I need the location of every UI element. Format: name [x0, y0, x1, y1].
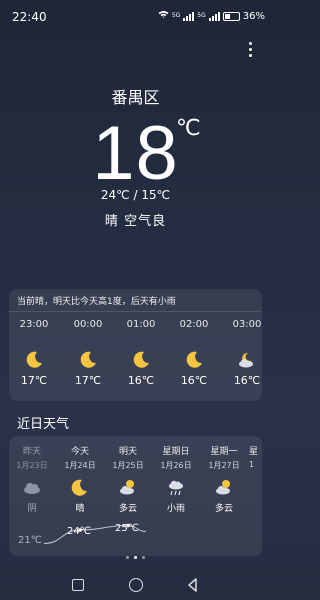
signal-icon-2 [208, 11, 220, 21]
battery-percent: 36% [242, 10, 265, 22]
hour-time: 00:00 [73, 319, 103, 330]
daily-forecast-card[interactable]: 昨天 1月23日 阴 今天 1月24日 晴 明天 1月25日 多云 星期日 1月… [9, 436, 262, 556]
section-title-daily: 近日天气 [17, 417, 70, 432]
battery-icon [222, 11, 240, 21]
back-button[interactable] [186, 577, 198, 597]
hourly-item: 23:00 17℃ [11, 319, 57, 387]
network-label-1: 5G [171, 12, 181, 19]
hour-time: 02:00 [179, 319, 209, 330]
moon-icon [77, 348, 99, 370]
more-menu-icon[interactable] [249, 42, 253, 57]
high-temp-label: 24℃ [67, 526, 91, 537]
system-nav-bar [0, 572, 271, 600]
current-temperature: 18 ℃ [0, 110, 271, 197]
status-time: 22:40 [12, 10, 47, 24]
network-label-2: 5G [197, 12, 206, 19]
wifi-icon [158, 10, 169, 22]
moon-icon [183, 348, 205, 370]
high-temp-label: 21℃ [18, 535, 42, 546]
current-temp-value: 18 [92, 111, 179, 196]
signal-icon-1 [183, 11, 195, 21]
current-condition: 晴 空气良 [0, 210, 271, 229]
recents-button[interactable] [72, 579, 84, 591]
partly-cloudy-icon [236, 348, 258, 370]
forecast-tip: 当前晴，明天比今天高1度，后天有小雨 [17, 297, 176, 307]
home-button[interactable] [129, 578, 143, 592]
hour-time: 23:00 [19, 319, 49, 330]
hourly-item: 00:00 17℃ [65, 319, 111, 387]
moon-icon [23, 348, 45, 370]
temp-range: 24℃ / 15℃ [100, 188, 171, 202]
hour-temp: 16℃ [127, 374, 155, 387]
page-indicator[interactable] [0, 556, 271, 559]
hour-time: 01:00 [126, 319, 156, 330]
hour-time: 03:00 [232, 319, 262, 330]
city-name[interactable]: 番禺区 [0, 84, 271, 108]
page-dot-active [134, 556, 137, 559]
hourly-item: 03:00 16℃ [224, 319, 262, 387]
status-icons: 5G 5G 36% [158, 10, 265, 22]
current-temp-unit: ℃ [176, 116, 201, 141]
hour-temp: 16℃ [180, 374, 208, 387]
hourly-item: 01:00 16℃ [118, 319, 164, 387]
moon-icon [130, 348, 152, 370]
air-quality[interactable]: 空气良 [124, 214, 166, 229]
divider [9, 311, 262, 312]
status-bar: 22:40 5G 5G 36% [0, 0, 271, 34]
hour-temp: 16℃ [233, 374, 261, 387]
hour-temp: 17℃ [74, 374, 102, 387]
page-dot [126, 556, 129, 559]
high-temp-label: 25℃ [115, 523, 139, 534]
condition-text: 晴 [104, 214, 119, 229]
page-dot [142, 556, 145, 559]
hourly-item: 02:00 16℃ [171, 319, 217, 387]
hour-temp: 17℃ [20, 374, 48, 387]
high-temp-trend-line [43, 523, 147, 544]
hourly-forecast-card[interactable]: 当前晴，明天比今天高1度，后天有小雨 23:00 17℃ 00:00 17℃ 0… [9, 289, 262, 401]
